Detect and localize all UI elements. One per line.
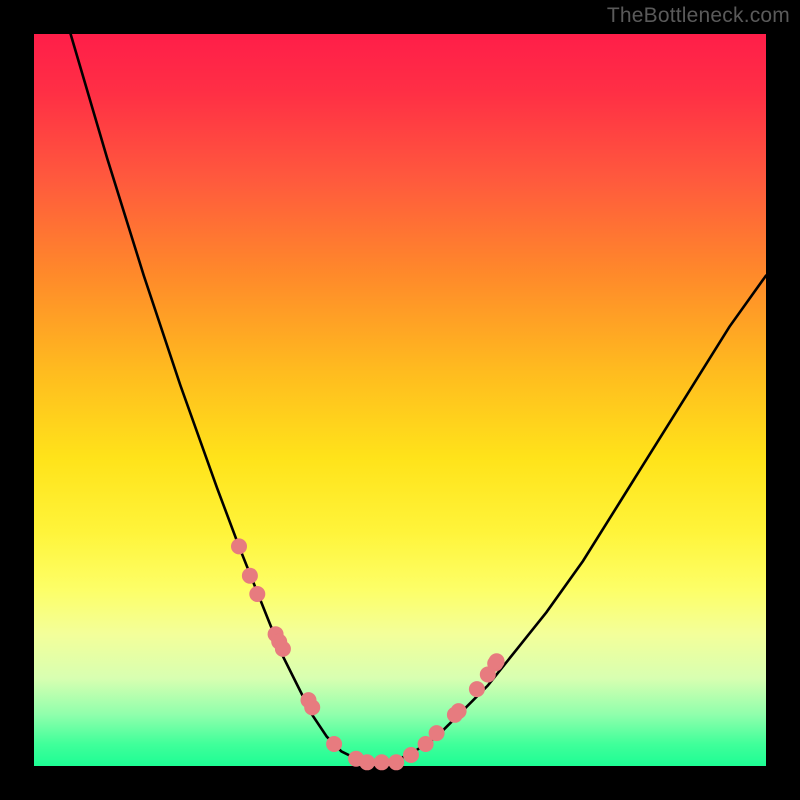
outer-frame: TheBottleneck.com	[0, 0, 800, 800]
data-marker	[469, 681, 485, 697]
bottleneck-curve	[71, 34, 766, 762]
marker-group	[231, 538, 505, 770]
data-marker	[242, 568, 258, 584]
data-marker	[374, 754, 390, 770]
watermark-text: TheBottleneck.com	[607, 4, 790, 28]
data-marker	[388, 754, 404, 770]
data-marker	[231, 538, 247, 554]
data-marker	[249, 586, 265, 602]
data-marker	[359, 754, 375, 770]
chart-svg	[34, 34, 766, 766]
plot-area	[34, 34, 766, 766]
data-marker	[403, 747, 419, 763]
data-marker	[304, 699, 320, 715]
data-marker	[451, 703, 467, 719]
data-marker	[489, 653, 505, 669]
data-marker	[275, 641, 291, 657]
data-marker	[326, 736, 342, 752]
data-marker	[429, 725, 445, 741]
